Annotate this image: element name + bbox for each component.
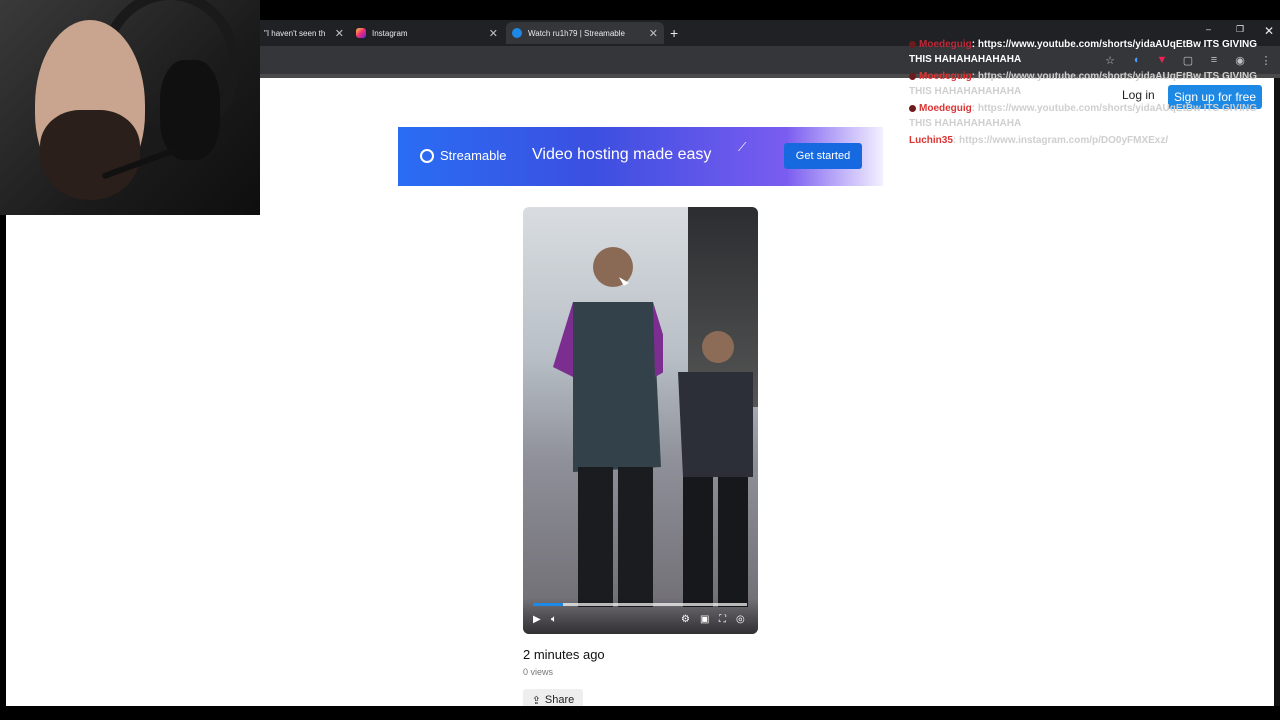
share-icon: ⇪ [531,694,541,707]
progress-bar[interactable] [533,603,747,606]
video-person-left [553,247,663,607]
streamable-icon [512,28,522,38]
progress-fill [533,603,563,606]
instagram-icon [356,28,366,38]
new-tab-button[interactable]: + [670,25,678,41]
chat-text: : https://www.instagram.com/p/DO0yFMXExz… [952,135,1169,146]
tab-title: "I haven't seen th [264,28,326,38]
promo-banner[interactable]: Streamable Video hosting made easy ⟋ Get… [398,127,883,186]
tab-youtube[interactable]: "I haven't seen th ✕ [258,22,350,44]
close-icon[interactable]: ✕ [489,27,498,40]
bottom-strip [0,706,1280,720]
view-count: 0 views [523,667,554,677]
volume-icon[interactable]: 🔈︎ [551,614,557,625]
chat-badge-icon [909,104,916,112]
sparkle-icon: ⟋ [738,140,747,154]
webcam-overlay [0,0,260,215]
brand-name: Streamable [440,148,507,163]
settings-icon[interactable]: ⚙ [681,614,690,625]
chat-badge-icon [909,72,916,80]
chat-username: Moedeguig [919,71,972,82]
tab-title: Watch ru1h79 | Streamable [528,28,625,38]
chat-message: Moedeguig: https://www.youtube.com/short… [909,69,1265,99]
chat-message: Luchin35: https://www.instagram.com/p/DO… [909,133,1265,148]
minimize-icon[interactable]: – [1206,24,1211,34]
share-label: Share [544,694,575,706]
get-started-button[interactable]: Get started [784,143,862,169]
headset-earcup [160,60,220,160]
video-player[interactable]: ▶ 🔈︎ ⚙ ▣ ⛶ ◎ [523,207,758,634]
tab-instagram[interactable]: Instagram ✕ [350,22,504,44]
posted-time: 2 minutes ago [523,647,605,662]
chat-overlay: Moedeguig: https://www.youtube.com/short… [909,37,1265,150]
restore-icon[interactable]: ❐ [1236,24,1244,35]
close-icon[interactable]: ✕ [649,27,658,40]
streamable-logo: Streamable [420,148,506,163]
chat-message: Moedeguig: https://www.youtube.com/short… [909,37,1265,67]
fullscreen-icon[interactable]: ⛶ [719,614,726,625]
streamable-icon[interactable]: ◎ [736,614,745,625]
close-icon[interactable]: ✕ [335,27,344,40]
tab-streamable[interactable]: Watch ru1h79 | Streamable ✕ [506,22,664,44]
chat-username: Moedeguig [919,103,972,114]
banner-tagline: Video hosting made easy [532,146,712,163]
chat-badge-icon [909,40,916,48]
left-border [0,214,6,720]
play-icon[interactable]: ▶ [533,614,541,625]
window-close-button[interactable]: ✕ [1264,24,1274,38]
tab-title: Instagram [372,28,408,38]
video-person-right [678,331,753,607]
chat-username: Moedeguig [919,39,972,50]
chat-username: Luchin35 [909,135,953,146]
chat-message: Moedeguig: https://www.youtube.com/short… [909,101,1265,131]
picture-in-picture-icon[interactable]: ▣ [700,614,709,625]
streamable-logo-icon [420,148,434,163]
streamer-beard [40,110,140,200]
